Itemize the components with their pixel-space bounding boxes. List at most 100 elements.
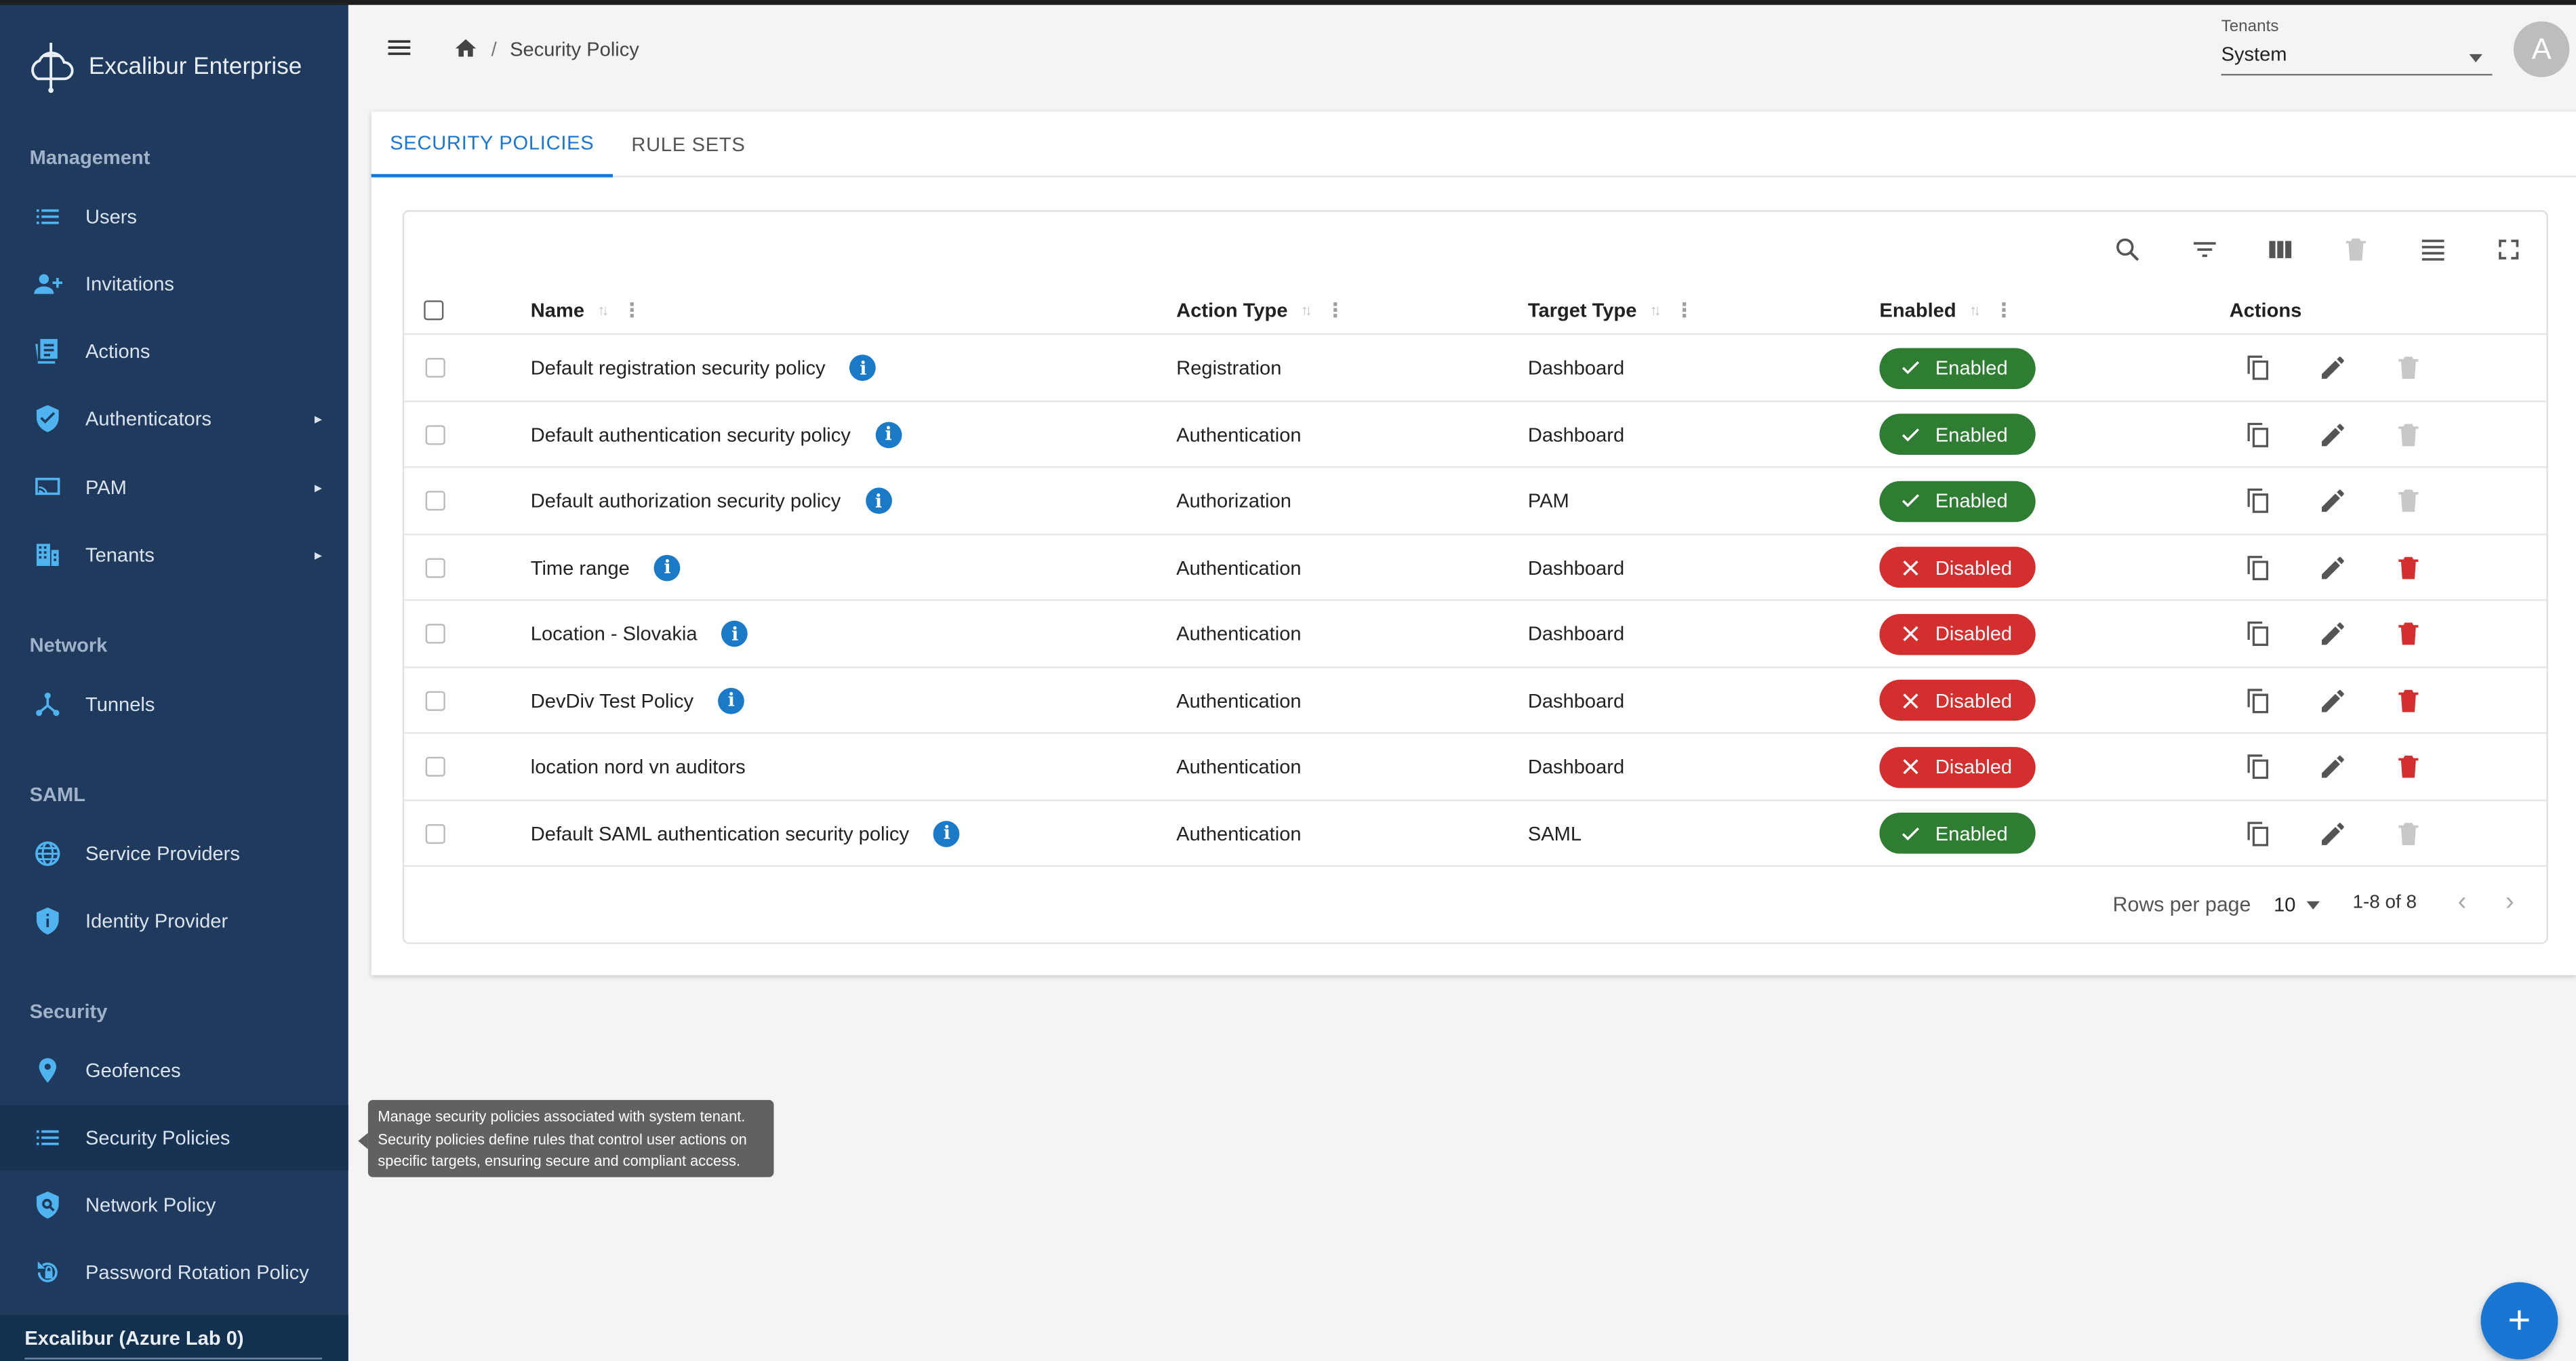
copy-button[interactable]	[2242, 353, 2272, 383]
table-row[interactable]: Location - Slovakia i Authentication Dashbo…	[404, 599, 2547, 667]
fullscreen-button[interactable]	[2494, 235, 2524, 264]
info-icon[interactable]: i	[933, 819, 961, 847]
row-checkbox[interactable]	[425, 557, 445, 577]
brand[interactable]: Excalibur Enterprise	[23, 39, 302, 95]
copy-button[interactable]	[2242, 552, 2272, 582]
sidebar-item-network-policy[interactable]: Network Policy	[0, 1172, 348, 1238]
cell-enabled: Disabled	[1879, 601, 2036, 667]
sort-icon[interactable]: ↑↓	[1301, 302, 1312, 319]
pagination: Rows per page 10 1-8 of 8 ‹ ›	[404, 865, 2547, 943]
edit-button[interactable]	[2318, 619, 2348, 649]
column-header-name[interactable]: Name ↑↓ ⋮	[531, 297, 642, 323]
table-row[interactable]: Default authorization security policy i Au…	[404, 466, 2547, 533]
fullscreen-icon	[2499, 239, 2519, 260]
previous-page-icon[interactable]: ‹	[2458, 888, 2467, 918]
delete-button[interactable]	[2394, 752, 2423, 781]
search-button[interactable]	[2113, 235, 2143, 264]
column-header-enabled[interactable]: Enabled ↑↓ ⋮	[1879, 297, 2013, 323]
column-menu-icon[interactable]: ⋮	[622, 300, 642, 320]
user-avatar[interactable]: A	[2513, 21, 2570, 77]
row-checkbox[interactable]	[425, 823, 445, 843]
copy-button[interactable]	[2242, 752, 2272, 781]
column-menu-icon[interactable]: ⋮	[1674, 300, 1694, 320]
copy-button[interactable]	[2242, 685, 2272, 715]
delete-button[interactable]	[2394, 353, 2423, 383]
sidebar-item-users[interactable]: Users	[0, 184, 348, 249]
column-header-action-type[interactable]: Action Type ↑↓ ⋮	[1176, 297, 1345, 323]
next-page-icon[interactable]: ›	[2505, 888, 2514, 918]
sidebar-item-service-providers[interactable]: Service Providers	[0, 821, 348, 887]
sidebar-item-tenants[interactable]: Tenants ▸	[0, 522, 348, 588]
delete-button[interactable]	[2394, 818, 2423, 848]
sidebar-item-security-policies[interactable]: Security Policies	[0, 1105, 348, 1171]
table-row[interactable]: DevDiv Test Policy i Authentication Dashboa…	[404, 666, 2547, 732]
delete-button[interactable]	[2394, 619, 2423, 649]
copy-button[interactable]	[2242, 818, 2272, 848]
delete-button[interactable]	[2394, 420, 2423, 449]
table-row[interactable]: Time range i Authentication Dashboard Disabl…	[404, 533, 2547, 599]
row-checkbox[interactable]	[425, 624, 445, 644]
caret-down-icon[interactable]	[2306, 901, 2320, 910]
sidebar-item-password-rotation-policy[interactable]: Password Rotation Policy	[0, 1240, 348, 1305]
sidebar-item-pam[interactable]: PAM ▸	[0, 455, 348, 521]
edit-button[interactable]	[2318, 353, 2348, 383]
table-row[interactable]: Default registration security policy i Reg…	[404, 333, 2547, 400]
edit-button[interactable]	[2318, 752, 2348, 781]
menu-toggle-button[interactable]	[384, 33, 414, 62]
edit-button[interactable]	[2318, 552, 2348, 582]
row-checkbox[interactable]	[425, 690, 445, 710]
info-icon[interactable]: i	[721, 620, 748, 647]
environment-selector[interactable]: Excalibur (Azure Lab 0)	[0, 1315, 348, 1361]
select-all-checkbox[interactable]	[424, 300, 444, 321]
tab-rule-sets[interactable]: RULE SETS	[613, 112, 764, 178]
sort-icon[interactable]: ↑↓	[1969, 302, 1981, 319]
sidebar-item-tunnels[interactable]: Tunnels	[0, 672, 348, 737]
column-menu-icon[interactable]: ⋮	[1325, 300, 1345, 320]
row-checkbox[interactable]	[425, 424, 445, 445]
sidebar-item-geofences[interactable]: Geofences	[0, 1038, 348, 1103]
sidebar-item-authenticators[interactable]: Authenticators ▸	[0, 386, 348, 451]
info-icon[interactable]: i	[718, 687, 745, 714]
delete-button[interactable]	[2394, 685, 2423, 715]
edit-button[interactable]	[2318, 420, 2348, 449]
sidebar-item-actions[interactable]: Actions	[0, 319, 348, 384]
column-menu-icon[interactable]: ⋮	[1994, 300, 2013, 320]
row-checkbox[interactable]	[425, 756, 445, 777]
copy-button[interactable]	[2242, 486, 2272, 516]
filter-button[interactable]	[2190, 235, 2220, 264]
delete-button[interactable]	[2394, 552, 2423, 582]
row-checkbox[interactable]	[425, 358, 445, 378]
rows-per-page-label: Rows per page	[2112, 893, 2251, 916]
edit-button[interactable]	[2318, 818, 2348, 848]
sort-icon[interactable]: ↑↓	[597, 302, 609, 319]
column-header-target-type[interactable]: Target Type ↑↓ ⋮	[1528, 297, 1694, 323]
density-icon	[2421, 239, 2444, 261]
home-icon[interactable]	[454, 36, 478, 60]
copy-icon	[2242, 488, 2272, 522]
rows-per-page-select[interactable]: 10	[2274, 893, 2295, 916]
tab-security-policies[interactable]: SECURITY POLICIES	[371, 112, 613, 178]
bulk-delete-button[interactable]	[2341, 235, 2371, 264]
columns-button[interactable]	[2266, 235, 2295, 264]
copy-button[interactable]	[2242, 619, 2272, 649]
info-icon[interactable]: i	[654, 554, 681, 581]
sidebar-item-identity-provider[interactable]: Identity Provider	[0, 888, 348, 954]
table-row[interactable]: Default authentication security policy i A…	[404, 399, 2547, 466]
edit-button[interactable]	[2318, 486, 2348, 516]
tenants-select[interactable]: System	[2221, 43, 2493, 76]
edit-button[interactable]	[2318, 685, 2348, 715]
delete-button[interactable]	[2394, 486, 2423, 516]
sidebar-item-invitations[interactable]: Invitations	[0, 251, 348, 317]
info-icon[interactable]: i	[875, 421, 902, 448]
row-checkbox[interactable]	[425, 491, 445, 511]
status-badge: Enabled	[1879, 347, 2036, 388]
table-row[interactable]: Default SAML authentication security pol…	[404, 798, 2547, 865]
location-pin-icon	[33, 1055, 62, 1085]
table-row[interactable]: location nord vn auditors Authentication D…	[404, 732, 2547, 798]
sort-icon[interactable]: ↑↓	[1650, 302, 1662, 319]
info-icon[interactable]: i	[865, 487, 892, 514]
add-policy-button[interactable]: +	[2480, 1282, 2558, 1360]
copy-button[interactable]	[2242, 420, 2272, 449]
info-icon[interactable]: i	[849, 354, 877, 381]
density-button[interactable]	[2418, 235, 2448, 264]
